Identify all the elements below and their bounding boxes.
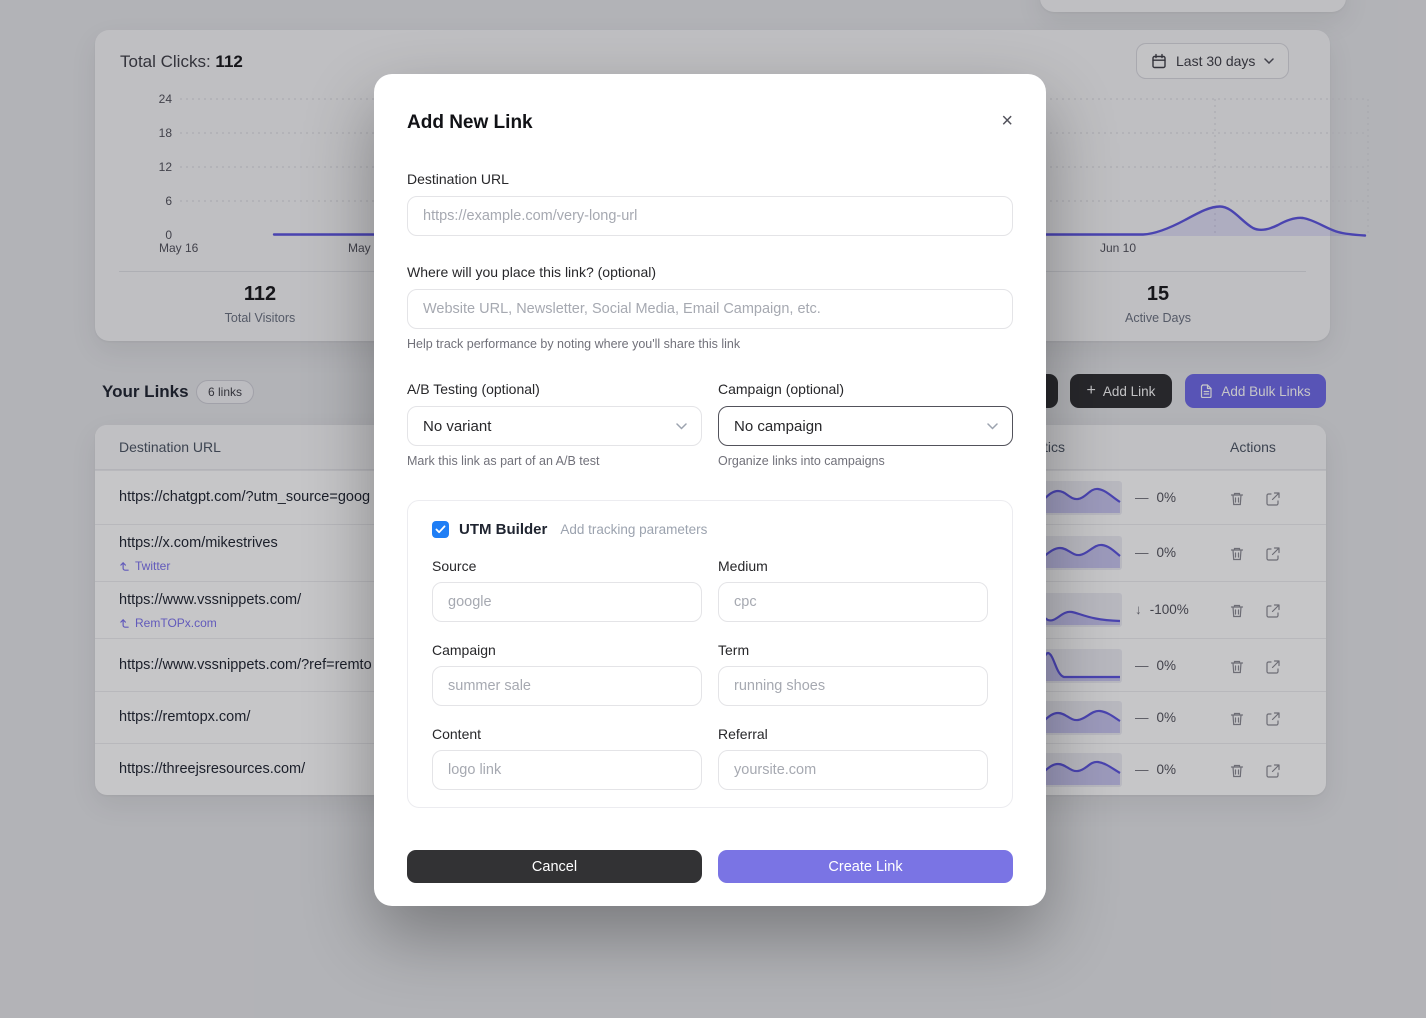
ab-testing-label: A/B Testing (optional) — [407, 381, 702, 397]
ab-testing-field: A/B Testing (optional) No variant Mark t… — [407, 381, 702, 468]
ab-testing-helper: Mark this link as part of an A/B test — [407, 454, 702, 468]
destination-url-label: Destination URL — [407, 171, 1013, 187]
utm-source-label: Source — [432, 558, 702, 574]
utm-medium-label: Medium — [718, 558, 988, 574]
campaign-select[interactable]: No campaign — [718, 406, 1013, 446]
utm-source-input[interactable] — [432, 582, 702, 622]
utm-term-input[interactable] — [718, 666, 988, 706]
utm-builder-subtitle: Add tracking parameters — [560, 522, 707, 537]
add-new-link-modal: Add New Link × Destination URL Where wil… — [374, 74, 1046, 906]
utm-medium-field: Medium — [718, 558, 988, 622]
create-link-button[interactable]: Create Link — [718, 850, 1013, 883]
utm-campaign-input[interactable] — [432, 666, 702, 706]
chevron-down-icon — [676, 423, 687, 430]
utm-content-field: Content — [432, 726, 702, 790]
destination-url-input[interactable] — [407, 196, 1013, 236]
utm-builder-checkbox[interactable] — [432, 521, 449, 538]
placement-helper: Help track performance by noting where y… — [407, 337, 1013, 351]
utm-referral-label: Referral — [718, 726, 988, 742]
utm-term-label: Term — [718, 642, 988, 658]
utm-campaign-label: Campaign — [432, 642, 702, 658]
utm-campaign-field: Campaign — [432, 642, 702, 706]
utm-medium-input[interactable] — [718, 582, 988, 622]
ab-testing-value: No variant — [423, 418, 491, 435]
cancel-button[interactable]: Cancel — [407, 850, 702, 883]
ab-testing-select[interactable]: No variant — [407, 406, 702, 446]
campaign-helper: Organize links into campaigns — [718, 454, 1013, 468]
utm-builder-section: UTM Builder Add tracking parameters Sour… — [407, 500, 1013, 808]
utm-referral-input[interactable] — [718, 750, 988, 790]
utm-builder-title: UTM Builder — [459, 521, 547, 538]
close-icon[interactable]: × — [1001, 112, 1013, 130]
placement-input[interactable] — [407, 289, 1013, 329]
modal-title: Add New Link — [407, 112, 533, 134]
campaign-field: Campaign (optional) No campaign Organize… — [718, 381, 1013, 468]
placement-label: Where will you place this link? (optiona… — [407, 264, 1013, 280]
chevron-down-icon — [987, 423, 998, 430]
utm-referral-field: Referral — [718, 726, 988, 790]
check-icon — [435, 525, 446, 534]
utm-term-field: Term — [718, 642, 988, 706]
campaign-value: No campaign — [734, 418, 822, 435]
campaign-label: Campaign (optional) — [718, 381, 1013, 397]
utm-content-input[interactable] — [432, 750, 702, 790]
utm-source-field: Source — [432, 558, 702, 622]
utm-content-label: Content — [432, 726, 702, 742]
